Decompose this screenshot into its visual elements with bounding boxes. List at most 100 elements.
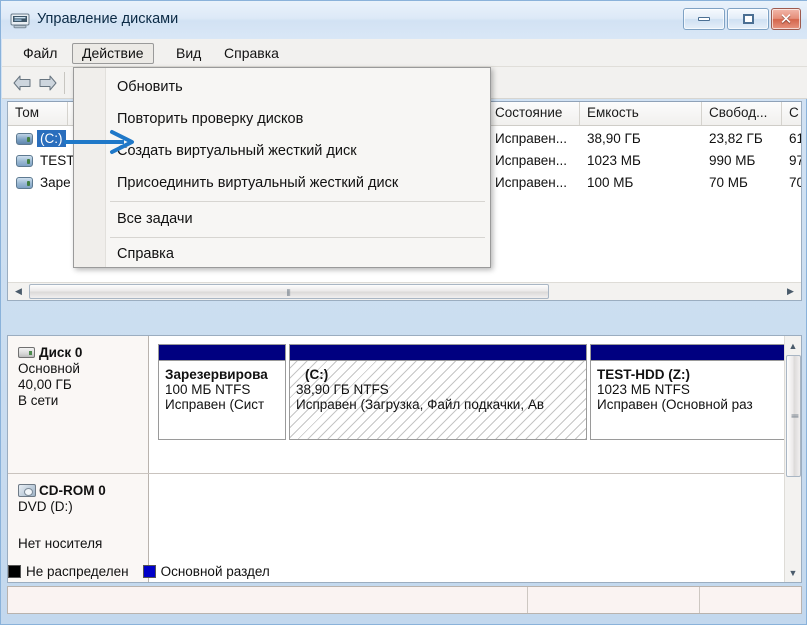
- volume-capacity: 1023 МБ: [587, 153, 641, 168]
- volume-label: (C:): [37, 130, 66, 147]
- volume-icon: [16, 133, 33, 145]
- close-icon: ✕: [780, 12, 793, 27]
- disk-status: В сети: [18, 393, 140, 408]
- partition-size-fs: 100 МБ NTFS: [165, 382, 285, 397]
- cdrom-icon: [18, 484, 36, 497]
- partition-body: TEST-HDD (Z:) 1023 МБ NTFS Исправен (Осн…: [591, 361, 793, 439]
- menu-option-help[interactable]: Справка: [75, 240, 490, 270]
- column-header-free[interactable]: Свобод...: [702, 102, 782, 125]
- menu-option-attach-vhd[interactable]: Присоединить виртуальный жесткий диск: [75, 169, 490, 199]
- menu-item-help[interactable]: Справка: [215, 43, 288, 64]
- partition-body: (C:) 38,90 ГБ NTFS Исправен (Загрузка, Ф…: [290, 361, 586, 439]
- volume-state: Исправен...: [495, 175, 567, 190]
- disk-title: Диск 0: [18, 345, 140, 360]
- action-dropdown-menu: Обновить Повторить проверку дисков Созда…: [73, 67, 491, 268]
- status-panel-3: [700, 587, 801, 613]
- partition-status: Исправен (Загрузка, Файл подкачки, Ав: [296, 397, 586, 412]
- column-header-percent[interactable]: С: [782, 102, 802, 125]
- legend-swatch-primary: [143, 565, 156, 578]
- partition-name: Зарезервирова: [165, 367, 285, 382]
- volume-percent: 97: [789, 153, 802, 168]
- maximize-button[interactable]: [727, 8, 769, 30]
- legend-swatch-unallocated: [8, 565, 21, 578]
- volume-icon: [16, 155, 33, 167]
- scroll-up-icon[interactable]: ▲: [785, 337, 801, 354]
- scrollbar-grip-icon: ⦀: [287, 288, 291, 299]
- partition-body: Зарезервирова 100 МБ NTFS Исправен (Сист: [159, 361, 285, 439]
- legend-item-primary: Основной раздел: [143, 564, 270, 579]
- disk-title: CD-ROM 0: [18, 483, 140, 498]
- close-button[interactable]: ✕: [771, 8, 801, 30]
- menu-item-view[interactable]: Вид: [167, 43, 210, 64]
- volume-free: 990 МБ: [709, 153, 755, 168]
- legend-item-unallocated: Не распределен: [8, 564, 129, 579]
- column-header-volume[interactable]: Том: [8, 102, 68, 125]
- toolbar-separator: [64, 72, 65, 94]
- partition-block[interactable]: (C:) 38,90 ГБ NTFS Исправен (Загрузка, Ф…: [289, 344, 587, 440]
- status-panel-2: [528, 587, 700, 613]
- forward-arrow-icon[interactable]: [37, 73, 59, 93]
- partition-status: Исправен (Основной раз: [597, 397, 793, 412]
- partition-status: Исправен (Сист: [165, 397, 285, 412]
- disk-row-0[interactable]: Диск 0 Основной 40,00 ГБ В сети Зарезерв…: [8, 336, 801, 473]
- horizontal-scrollbar[interactable]: ◀ ⦀ ▶: [8, 282, 801, 300]
- partition-name: TEST-HDD (Z:): [597, 367, 793, 382]
- scroll-down-icon[interactable]: ▼: [785, 564, 801, 581]
- volume-icon: [16, 177, 33, 189]
- disk-management-window: Управление дисками ✕ Файл Действие Вид С…: [0, 0, 807, 625]
- minimize-icon: [698, 17, 710, 21]
- vertical-scrollbar[interactable]: ▲ ⦀ ▼: [784, 336, 801, 582]
- volume-capacity: 38,90 ГБ: [587, 131, 641, 146]
- partition-color-bar: [591, 345, 793, 361]
- legend-label: Не распределен: [26, 564, 129, 579]
- disk-name: Диск 0: [39, 345, 82, 360]
- volume-percent: 70: [789, 175, 802, 190]
- menu-item-action[interactable]: Действие: [72, 43, 154, 64]
- partition-block[interactable]: Зарезервирова 100 МБ NTFS Исправен (Сист: [158, 344, 286, 440]
- vertical-scrollbar-thumb[interactable]: ⦀: [786, 355, 801, 477]
- volume-state: Исправен...: [495, 153, 567, 168]
- disk-info-panel[interactable]: Диск 0 Основной 40,00 ГБ В сети: [8, 336, 149, 473]
- partition-block[interactable]: TEST-HDD (Z:) 1023 МБ NTFS Исправен (Осн…: [590, 344, 794, 440]
- scrollbar-grip-icon: ⦀: [788, 414, 799, 418]
- volume-label: TEST: [37, 152, 78, 169]
- hard-disk-icon: [18, 347, 35, 358]
- disk-name: CD-ROM 0: [39, 483, 106, 498]
- disk-size: 40,00 ГБ: [18, 377, 140, 392]
- menu-option-rescan-disks[interactable]: Повторить проверку дисков: [75, 105, 490, 135]
- scroll-left-icon[interactable]: ◀: [10, 283, 27, 300]
- column-header-capacity[interactable]: Емкость: [580, 102, 702, 125]
- menu-separator: [110, 237, 485, 238]
- status-bar: [7, 586, 802, 614]
- partition-size-fs: 1023 МБ NTFS: [597, 382, 793, 397]
- menu-separator: [110, 201, 485, 202]
- minimize-button[interactable]: [683, 8, 725, 30]
- partition-name: (C:): [296, 367, 586, 382]
- horizontal-scrollbar-thumb[interactable]: ⦀: [29, 284, 549, 299]
- volume-name-cell[interactable]: (C:): [16, 130, 66, 147]
- disk-type: DVD (D:): [18, 499, 140, 514]
- back-arrow-icon[interactable]: [11, 73, 33, 93]
- menu-option-refresh[interactable]: Обновить: [75, 73, 490, 103]
- window-title: Управление дисками: [37, 11, 178, 27]
- maximize-icon: [743, 14, 754, 24]
- volume-name-cell[interactable]: TEST: [16, 152, 78, 169]
- disk-management-icon: [10, 12, 30, 29]
- menu-option-all-tasks[interactable]: Все задачи: [75, 205, 490, 235]
- legend-label: Основной раздел: [161, 564, 270, 579]
- disk-status: Нет носителя: [18, 536, 140, 551]
- menu-item-file[interactable]: Файл: [14, 43, 66, 64]
- volume-free: 70 МБ: [709, 175, 748, 190]
- legend: Не распределен Основной раздел: [8, 561, 284, 581]
- volume-label: Заре: [37, 174, 74, 191]
- column-header-state[interactable]: Состояние: [488, 102, 580, 125]
- scroll-right-icon[interactable]: ▶: [782, 283, 799, 300]
- volume-capacity: 100 МБ: [587, 175, 633, 190]
- graphical-view-pane: Диск 0 Основной 40,00 ГБ В сети Зарезерв…: [7, 335, 802, 583]
- partition-size-fs: 38,90 ГБ NTFS: [296, 382, 586, 397]
- status-panel-1: [8, 587, 528, 613]
- volume-name-cell[interactable]: Заре: [16, 174, 74, 191]
- partition-color-bar: [290, 345, 586, 361]
- menu-option-create-vhd[interactable]: Создать виртуальный жесткий диск: [75, 137, 490, 167]
- volume-state: Исправен...: [495, 131, 567, 146]
